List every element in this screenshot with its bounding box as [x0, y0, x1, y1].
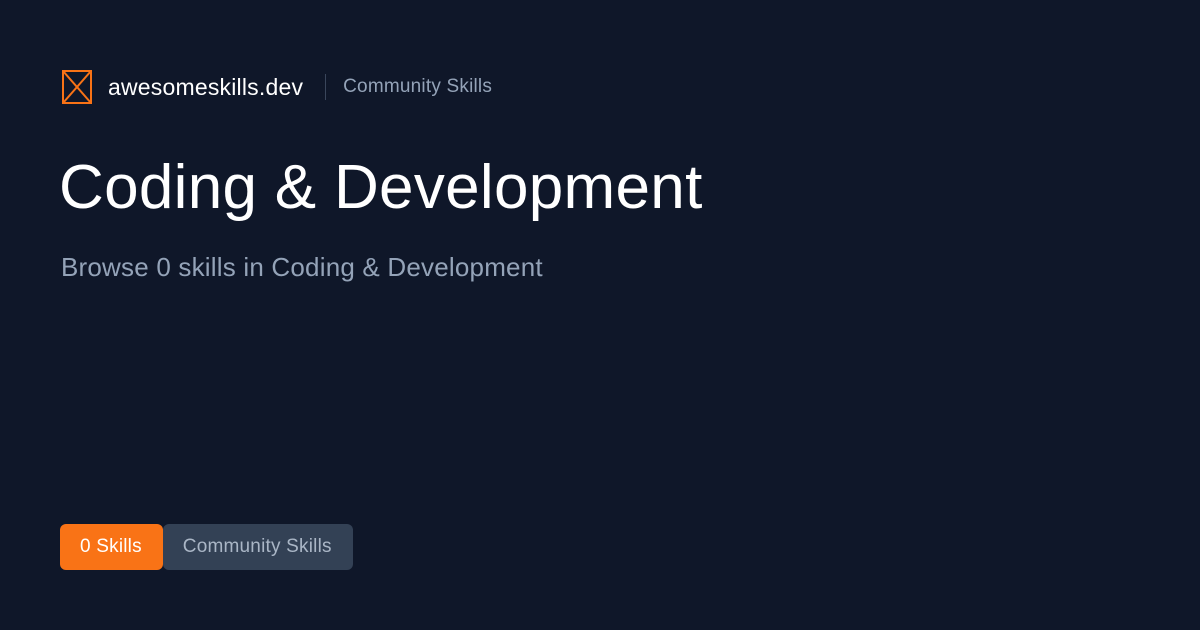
- skills-count-badge: 0 Skills: [60, 524, 163, 570]
- box-x-icon: [62, 70, 92, 104]
- site-header: awesomeskills.dev Community Skills: [61, 69, 492, 105]
- page-subtitle: Browse 0 skills in Coding & Development: [61, 252, 543, 282]
- header-tag: Community Skills: [343, 76, 493, 97]
- header-divider: [325, 74, 327, 100]
- badge-group: 0 Skills Community Skills: [60, 524, 353, 570]
- page-title: Coding & Development: [59, 153, 703, 222]
- community-skills-badge: Community Skills: [162, 524, 353, 570]
- site-name: awesomeskills.dev: [108, 74, 304, 100]
